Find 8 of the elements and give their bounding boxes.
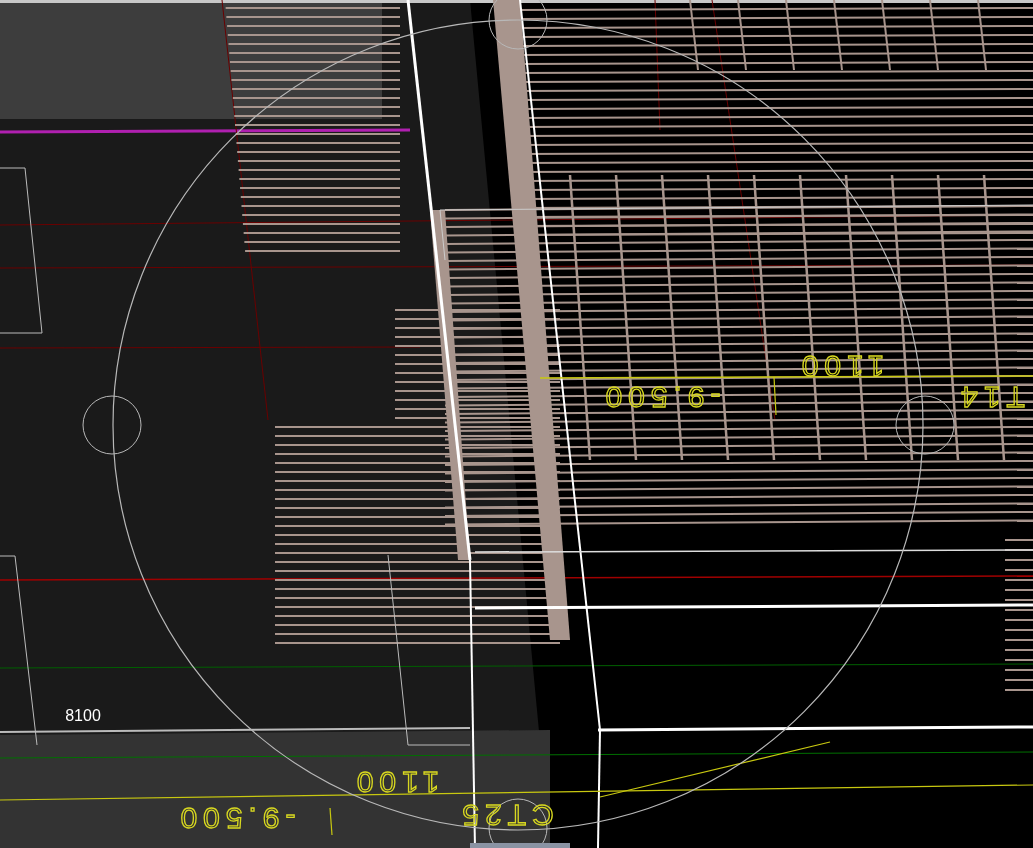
dimension-label: -9.500 [174, 802, 296, 835]
dimension-label: -9.500 [599, 381, 721, 414]
dimension-label: 1100 [795, 350, 885, 383]
cad-viewport[interactable]: 1100 -9.500 T14 8100 1100 -9.500 CT25 [0, 0, 1033, 848]
dimension-label: CT25 [456, 799, 554, 832]
dimension-label: 1100 [350, 766, 440, 799]
dimension-label: T14 [955, 381, 1025, 414]
dimension-label: 8100 [65, 707, 101, 724]
